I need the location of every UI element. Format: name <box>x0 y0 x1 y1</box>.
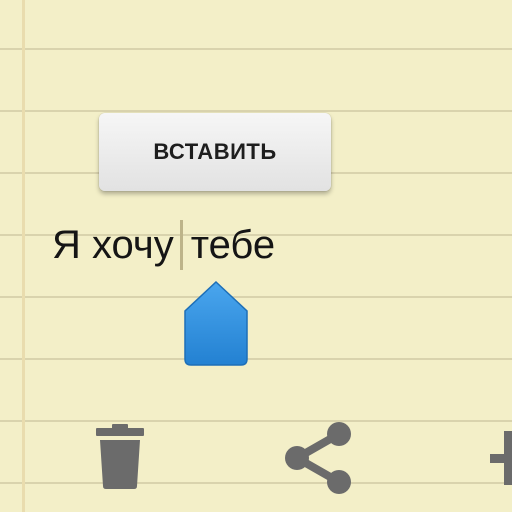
margin-line <box>22 0 25 512</box>
note-paper[interactable]: ВСТАВИТЬ Я хочу тебе <box>0 0 512 512</box>
share-icon[interactable] <box>283 420 355 496</box>
trash-icon[interactable] <box>92 424 148 490</box>
paste-button[interactable]: ВСТАВИТЬ <box>99 113 331 191</box>
cursor-handle[interactable] <box>183 281 249 367</box>
add-icon[interactable] <box>484 425 512 495</box>
text-cursor <box>179 220 183 270</box>
text-after-cursor: тебе <box>190 223 276 267</box>
text-before-cursor: Я хочу <box>52 223 174 267</box>
note-text[interactable]: Я хочу тебе <box>52 215 275 275</box>
paste-label: ВСТАВИТЬ <box>153 139 277 164</box>
